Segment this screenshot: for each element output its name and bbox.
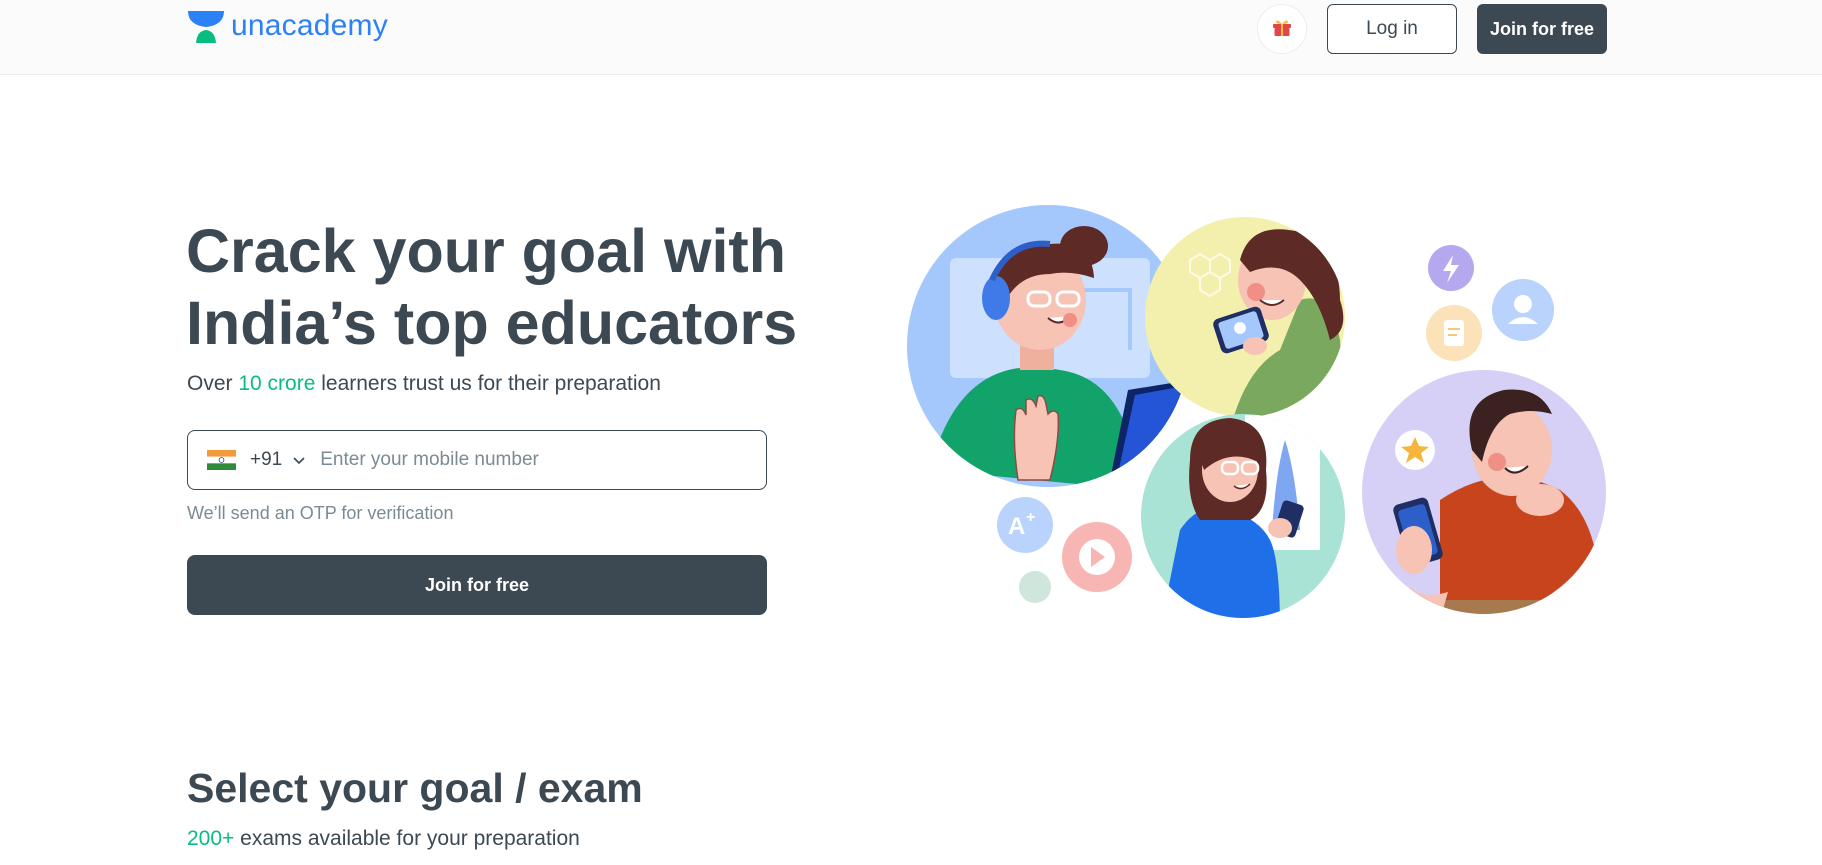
unacademy-logo-icon — [187, 9, 225, 43]
join-for-free-button[interactable]: Join for free — [187, 555, 767, 615]
profile-bubble-icon — [1492, 279, 1554, 341]
top-navigation-bar: unacademy Log in Join for free — [0, 0, 1822, 75]
gift-icon — [1271, 16, 1293, 43]
grade-bubble-icon: A + — [997, 497, 1053, 553]
gift-button[interactable] — [1257, 4, 1307, 54]
hero-subtitle-prefix: Over — [187, 372, 239, 395]
unacademy-logo[interactable]: unacademy — [187, 8, 388, 44]
hero-subtitle: Over 10 crore learners trust us for thei… — [187, 372, 661, 396]
hero-title-line2: India’s top educators — [186, 289, 798, 357]
chevron-down-icon[interactable] — [292, 453, 306, 467]
play-bubble-icon — [1062, 522, 1132, 592]
login-button[interactable]: Log in — [1327, 4, 1457, 54]
goal-section-title: Select your goal / exam — [187, 765, 643, 811]
star-bubble-icon — [1395, 430, 1435, 470]
student-with-phone-illustration — [1141, 414, 1345, 618]
mobile-number-input[interactable] — [320, 449, 721, 471]
decorative-dot-icon — [1019, 571, 1051, 603]
country-code-selector[interactable]: +91 — [250, 449, 282, 471]
svg-text:A: A — [1008, 513, 1025, 540]
logo-text: unacademy — [231, 9, 388, 42]
hero-illustration: A + — [900, 200, 1620, 625]
goal-section-subtitle: 200+ exams available for your preparatio… — [187, 827, 580, 851]
svg-text:+: + — [1026, 509, 1035, 526]
lightning-bubble-icon — [1428, 245, 1474, 291]
goal-subtitle-suffix: exams available for your preparation — [234, 827, 580, 850]
student-leaning-with-phone-illustration — [1362, 370, 1606, 614]
otp-note: We’ll send an OTP for verification — [187, 503, 454, 523]
learner-count: 10 crore — [238, 372, 316, 395]
hero-subtitle-suffix: learners trust us for their preparation — [315, 372, 661, 395]
notes-bubble-icon — [1426, 305, 1482, 361]
join-for-free-header-button[interactable]: Join for free — [1477, 4, 1607, 54]
hero-title: Crack your goal with India’s top educato… — [186, 215, 826, 359]
phone-number-field: +91 — [187, 430, 767, 490]
hero-title-line1: Crack your goal with — [186, 217, 786, 285]
exam-count: 200+ — [187, 827, 235, 850]
india-flag-icon[interactable] — [207, 450, 236, 470]
